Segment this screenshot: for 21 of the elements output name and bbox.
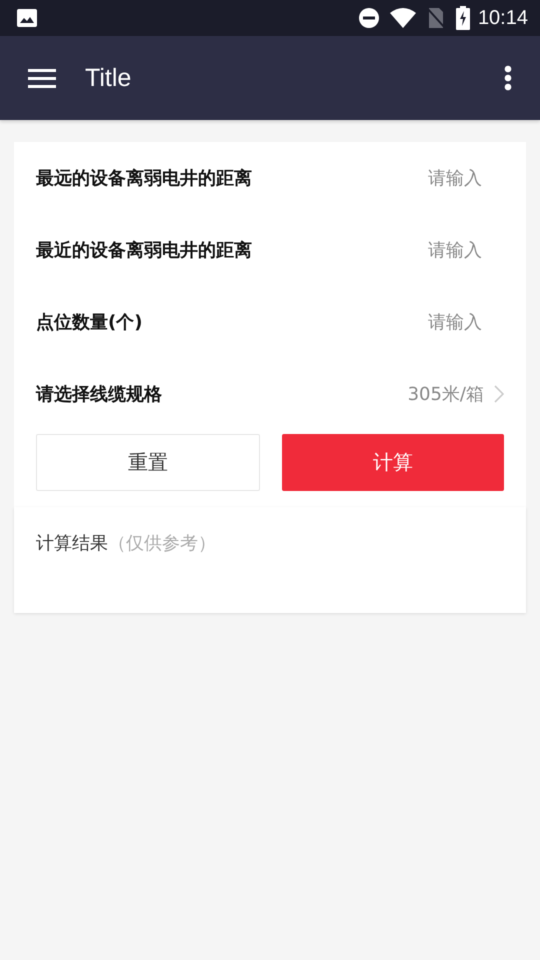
- reset-button[interactable]: 重置: [36, 434, 260, 491]
- result-heading: 计算结果: [36, 533, 108, 554]
- field-label: 点位数量(个): [36, 311, 144, 334]
- select-value[interactable]: 305米/箱: [408, 382, 484, 406]
- result-note: （仅供参考）: [108, 533, 216, 554]
- input-field[interactable]: 请输入: [382, 168, 482, 188]
- input-field[interactable]: 请输入: [382, 312, 482, 332]
- field-label: 最近的设备离弱电井的距离: [36, 239, 253, 262]
- more-options-icon[interactable]: [504, 65, 512, 91]
- app-title: Title: [85, 64, 132, 92]
- calculate-button[interactable]: 计算: [282, 434, 504, 491]
- image-icon: [16, 8, 38, 28]
- field-label: 请选择线缆规格: [36, 383, 163, 406]
- clock-time: 10:14: [478, 6, 528, 30]
- wifi-icon: [390, 7, 416, 29]
- do-not-disturb-icon: [358, 7, 380, 29]
- chevron-right-icon: [494, 385, 504, 403]
- menu-icon[interactable]: [28, 68, 56, 88]
- input-field[interactable]: 请输入: [382, 240, 482, 260]
- battery-charging-icon: [456, 6, 470, 30]
- field-label: 最远的设备离弱电井的距离: [36, 167, 253, 190]
